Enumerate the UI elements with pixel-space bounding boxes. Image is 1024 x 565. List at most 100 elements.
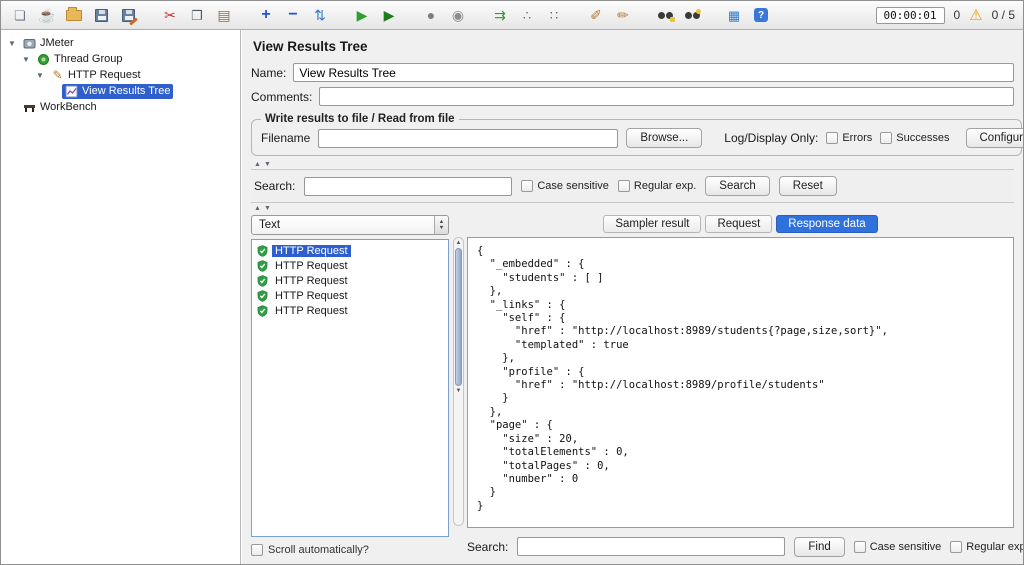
response-search-label: Search: — [467, 540, 508, 554]
scrollbar-thumb[interactable] — [455, 248, 462, 386]
regular-exp-checkbox[interactable]: Regular exp. — [618, 180, 696, 192]
search-reset-button[interactable] — [681, 4, 703, 26]
find-regular-exp-checkbox[interactable]: Regular exp. — [950, 541, 1024, 553]
success-shield-icon — [257, 245, 268, 257]
tree-item-workbench[interactable]: ▼ WorkBench — [1, 99, 240, 115]
splitter-down-icon[interactable]: ▼ — [264, 161, 271, 168]
open-file-button[interactable] — [63, 4, 85, 26]
comments-row: Comments: — [251, 87, 1014, 106]
help-button[interactable]: ? — [750, 4, 772, 26]
combo-stepper-icon[interactable]: ▲ ▼ — [434, 216, 448, 234]
splitter-up-icon[interactable]: ▲ — [254, 161, 261, 168]
scroll-down-icon[interactable]: ▼ — [456, 386, 462, 396]
clear-all-button[interactable]: ✏ — [612, 4, 634, 26]
find-button[interactable]: Find — [794, 537, 844, 557]
toggle-button[interactable]: ⇅ — [309, 4, 331, 26]
splitter-down-icon[interactable]: ▼ — [264, 205, 271, 212]
expand-all-button[interactable]: + — [255, 4, 277, 26]
success-shield-icon — [257, 275, 268, 287]
toolbar-status-area: 00:00:01 0 ⚠ 0 / 5 — [876, 7, 1015, 24]
search-reset-button[interactable]: Reset — [779, 176, 837, 196]
name-input[interactable] — [293, 63, 1014, 82]
list-item[interactable]: HTTP Request — [252, 273, 448, 288]
function-helper-button[interactable]: ▦ — [723, 4, 745, 26]
search-button[interactable] — [654, 4, 676, 26]
list-item[interactable]: HTTP Request — [252, 288, 448, 303]
checkbox-box[interactable] — [826, 132, 838, 144]
error-count: 0 — [954, 8, 961, 22]
clear-button[interactable]: ✐ — [585, 4, 607, 26]
disclosure-triangle-icon[interactable]: ▼ — [35, 71, 45, 80]
configure-button[interactable]: Configure — [966, 128, 1024, 148]
templates-button[interactable]: ☕ — [36, 4, 58, 26]
sample-results-list: HTTP Request HTTP Request HTTP Request H… — [251, 239, 449, 537]
search-go-button[interactable]: Search — [705, 176, 769, 196]
response-search-input[interactable] — [517, 537, 785, 556]
shutdown-icon: ◉ — [452, 8, 464, 22]
successes-checkbox[interactable]: Successes — [880, 132, 949, 144]
success-shield-icon — [257, 260, 268, 272]
remote-button-group: ⇉ ∴ ∷ — [489, 4, 565, 26]
start-button[interactable]: ▶ — [351, 4, 373, 26]
checkbox-box[interactable] — [618, 180, 630, 192]
success-shield-icon — [257, 305, 268, 317]
save-button[interactable] — [90, 4, 112, 26]
edit-button-group: ✂ ❐ ▤ — [159, 4, 235, 26]
tree-item-jmeter[interactable]: ▼ JMeter — [1, 35, 240, 51]
search-input[interactable] — [304, 177, 512, 196]
log-display-label: Log/Display Only: — [724, 131, 818, 145]
list-item[interactable]: HTTP Request — [252, 258, 448, 273]
remote-start-icon: ⇉ — [494, 8, 506, 22]
cut-button[interactable]: ✂ — [159, 4, 181, 26]
remote-stop-button[interactable]: ∷ — [543, 4, 565, 26]
response-tabs: Sampler result Request Response data — [467, 215, 1014, 235]
list-item[interactable]: HTTP Request — [252, 243, 448, 258]
tree-item-label: View Results Tree — [82, 85, 170, 97]
checkbox-box[interactable] — [251, 544, 263, 556]
find-case-sensitive-checkbox[interactable]: Case sensitive — [854, 541, 942, 553]
remote-start-button[interactable]: ⇉ — [489, 4, 511, 26]
templates-icon: ☕ — [38, 8, 55, 22]
tab-request[interactable]: Request — [705, 215, 772, 233]
remote-start-all-button[interactable]: ∴ — [516, 4, 538, 26]
copy-icon: ❐ — [191, 9, 203, 22]
tree-item-thread-group[interactable]: ▼ Thread Group — [1, 51, 240, 67]
tree-item-http-request[interactable]: ▼ ✎ HTTP Request — [1, 67, 240, 83]
disclosure-triangle-icon[interactable]: ▼ — [21, 55, 31, 64]
copy-button[interactable]: ❐ — [186, 4, 208, 26]
browse-button[interactable]: Browse... — [626, 128, 702, 148]
start-no-pauses-button[interactable]: ▶ — [378, 4, 400, 26]
tree-item-label: WorkBench — [40, 101, 97, 113]
case-sensitive-checkbox[interactable]: Case sensitive — [521, 180, 609, 192]
scroll-automatically-checkbox[interactable]: Scroll automatically? — [251, 537, 449, 558]
response-vertical-scrollbar[interactable]: ▲ ▼ — [453, 237, 464, 526]
help-button-group: ▦ ? — [723, 4, 772, 26]
help-icon: ? — [754, 8, 768, 22]
tab-response-data[interactable]: Response data — [776, 215, 877, 233]
splitter-up-icon[interactable]: ▲ — [254, 205, 261, 212]
comments-input[interactable] — [319, 87, 1014, 106]
search-panel: Search: Case sensitive Regular exp. Sear… — [251, 169, 1014, 203]
list-item[interactable]: HTTP Request — [252, 303, 448, 318]
paste-button[interactable]: ▤ — [213, 4, 235, 26]
collapse-all-button[interactable]: − — [282, 4, 304, 26]
warning-icon[interactable]: ⚠ — [969, 8, 982, 23]
thread-count: 0 / 5 — [992, 8, 1015, 22]
filename-input[interactable] — [318, 129, 618, 148]
scroll-up-icon[interactable]: ▲ — [456, 238, 462, 248]
start-button-group: ▶ ▶ — [351, 4, 400, 26]
new-file-button[interactable]: ❏ — [9, 4, 31, 26]
thread-group-icon — [37, 53, 50, 66]
errors-checkbox[interactable]: Errors — [826, 132, 872, 144]
tree-item-view-results-tree[interactable]: ▼ View Results Tree — [1, 83, 240, 99]
tab-sampler-result[interactable]: Sampler result — [603, 215, 701, 233]
view-mode-select[interactable]: Text ▲ ▼ — [251, 215, 449, 235]
checkbox-box[interactable] — [521, 180, 533, 192]
stop-button[interactable]: ● — [420, 4, 442, 26]
shutdown-button[interactable]: ◉ — [447, 4, 469, 26]
disclosure-triangle-icon[interactable]: ▼ — [7, 39, 17, 48]
checkbox-box[interactable] — [880, 132, 892, 144]
save-as-button[interactable] — [117, 4, 139, 26]
checkbox-box[interactable] — [950, 541, 962, 553]
checkbox-box[interactable] — [854, 541, 866, 553]
